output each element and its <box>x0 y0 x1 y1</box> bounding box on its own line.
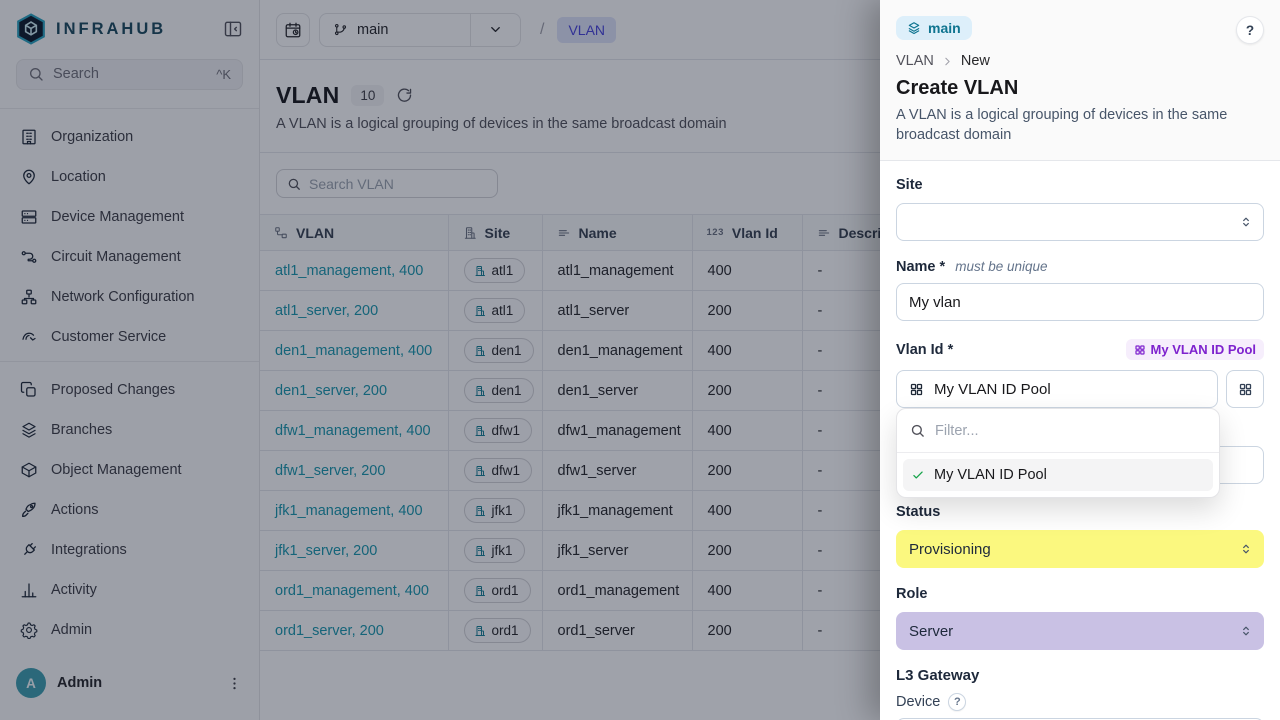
device-label: Device <box>896 694 940 710</box>
panel-title: Create VLAN <box>896 77 1264 100</box>
layers-icon <box>907 21 921 35</box>
status-label: Status <box>896 504 1264 520</box>
field-role: Role Server <box>896 586 1264 650</box>
branch-badge: main <box>896 16 972 40</box>
breadcrumb-current: New <box>961 53 990 69</box>
chevrons-up-down-icon <box>1239 624 1253 638</box>
chevron-right-icon <box>941 55 954 68</box>
required-marker: * <box>948 342 954 358</box>
role-label: Role <box>896 586 1264 602</box>
vlan-id-pool-combobox[interactable]: My VLAN ID Pool <box>896 370 1218 408</box>
dropdown-option-selected[interactable]: My VLAN ID Pool <box>903 459 1213 491</box>
status-select[interactable]: Provisioning <box>896 530 1264 568</box>
modal-backdrop[interactable] <box>0 0 880 720</box>
create-vlan-panel: main ? VLAN New Create VLAN A VLAN is a … <box>880 0 1280 720</box>
name-hint: must be unique <box>955 259 1047 274</box>
site-label: Site <box>896 177 1264 193</box>
search-icon <box>910 423 925 438</box>
dropdown-filter-input[interactable] <box>935 423 1206 439</box>
device-help-icon[interactable]: ? <box>948 693 966 711</box>
check-icon <box>911 468 925 482</box>
name-input[interactable] <box>896 283 1264 321</box>
dropdown-option-label: My VLAN ID Pool <box>934 467 1047 483</box>
chevrons-up-down-icon <box>1239 542 1253 556</box>
name-label: Name * must be unique <box>896 259 1264 275</box>
chevrons-up-down-icon <box>1239 215 1253 229</box>
grid-icon <box>1134 344 1146 356</box>
pool-picker-button[interactable] <box>1226 370 1264 408</box>
pool-badge: My VLAN ID Pool <box>1126 339 1264 360</box>
site-select[interactable] <box>896 203 1264 241</box>
device-label-row: Device ? <box>896 693 1264 711</box>
app-root: INFRAHUB Search ^K Organization Location <box>0 0 1280 720</box>
panel-form: Site Name * must be unique Vlan Id <box>880 161 1280 720</box>
role-select[interactable]: Server <box>896 612 1264 650</box>
panel-subtitle: A VLAN is a logical grouping of devices … <box>896 105 1248 145</box>
panel-header: main ? VLAN New Create VLAN A VLAN is a … <box>880 0 1280 161</box>
dropdown-filter[interactable] <box>897 409 1219 453</box>
field-vlan-id: Vlan Id * My VLAN ID Pool My VLAN ID Poo… <box>896 339 1264 408</box>
grid-icon <box>909 382 924 397</box>
vlan-id-label: Vlan Id * <box>896 342 953 358</box>
help-button[interactable]: ? <box>1236 16 1264 44</box>
role-value: Server <box>909 623 953 640</box>
breadcrumb-parent[interactable]: VLAN <box>896 53 934 69</box>
pool-dropdown: My VLAN ID Pool <box>896 408 1220 498</box>
field-name: Name * must be unique <box>896 259 1264 321</box>
field-site: Site <box>896 177 1264 241</box>
field-status: Status Provisioning <box>896 504 1264 568</box>
required-marker: * <box>940 259 946 275</box>
panel-breadcrumb: VLAN New <box>896 53 1264 69</box>
pool-value: My VLAN ID Pool <box>934 381 1051 398</box>
l3-gateway-heading: L3 Gateway <box>896 667 1264 684</box>
status-value: Provisioning <box>909 541 991 558</box>
